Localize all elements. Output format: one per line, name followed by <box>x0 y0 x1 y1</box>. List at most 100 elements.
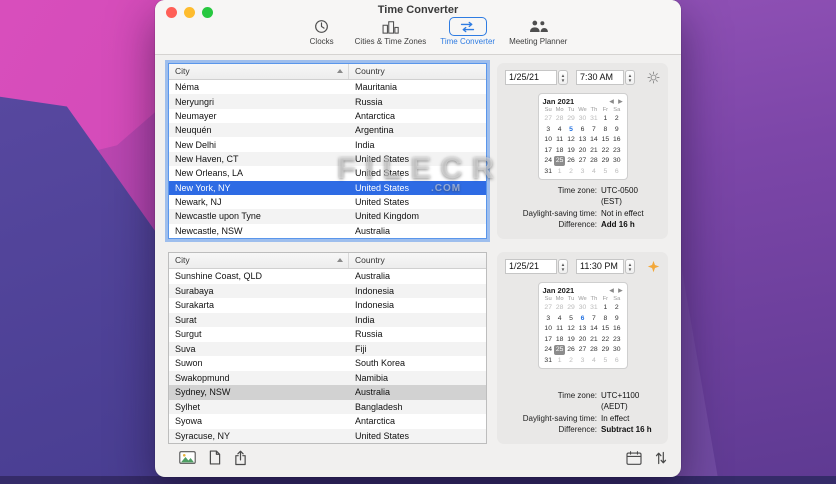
calendar-day[interactable]: 14 <box>588 324 599 334</box>
calendar-day[interactable]: 23 <box>611 146 622 156</box>
calendar-day[interactable]: 28 <box>588 345 599 355</box>
table-row[interactable]: Sunshine Coast, QLD Australia <box>169 269 486 284</box>
calendar-day[interactable]: 26 <box>565 345 576 355</box>
calendar-day[interactable]: 4 <box>554 125 565 135</box>
date-stepper[interactable]: ▲ ▼ <box>558 259 568 274</box>
table-row[interactable]: Swakopmund Namibia <box>169 370 486 385</box>
calendar-day[interactable]: 6 <box>577 125 588 135</box>
column-header-city[interactable]: City <box>169 64 349 79</box>
calendar-day[interactable]: 6 <box>611 356 622 366</box>
table-row[interactable]: Newark, NJ United States <box>169 195 486 209</box>
table-row[interactable]: Surat India <box>169 312 486 327</box>
calendar-day[interactable]: 20 <box>577 335 588 345</box>
calendar-day[interactable]: 1 <box>554 167 565 177</box>
calendar-day[interactable]: 28 <box>554 303 565 313</box>
table-row[interactable]: Suva Fiji <box>169 341 486 356</box>
calendar-day[interactable]: 3 <box>543 314 554 324</box>
calendar-day[interactable]: 25 <box>553 345 566 355</box>
table-row[interactable]: Surakarta Indonesia <box>169 298 486 313</box>
calendar-day[interactable]: 7 <box>588 314 599 324</box>
calendar-prev-button[interactable]: ◀ <box>610 99 614 105</box>
table-row[interactable]: Neuquén Argentina <box>169 123 486 138</box>
calendar-day[interactable]: 19 <box>565 146 576 156</box>
document-button[interactable] <box>209 450 221 465</box>
calendar-day[interactable]: 29 <box>565 114 576 124</box>
calendar-day[interactable]: 27 <box>543 114 554 124</box>
calendar-day[interactable]: 11 <box>554 324 565 334</box>
calendar-day[interactable]: 13 <box>577 324 588 334</box>
table-row[interactable]: Syracuse, NY United States <box>169 428 486 443</box>
calendar-day[interactable]: 11 <box>554 135 565 145</box>
calendar-day[interactable]: 17 <box>543 335 554 345</box>
calendar-day[interactable]: 30 <box>577 114 588 124</box>
calendar-day[interactable]: 13 <box>577 135 588 145</box>
calendar-day[interactable]: 29 <box>565 303 576 313</box>
date-field[interactable]: 1/25/21 <box>505 70 557 85</box>
time-stepper[interactable]: ▲ ▼ <box>625 259 635 274</box>
calendar-day[interactable]: 29 <box>600 345 611 355</box>
calendar-day[interactable]: 21 <box>588 335 599 345</box>
image-export-button[interactable] <box>179 451 196 464</box>
calendar-day[interactable]: 24 <box>543 345 554 355</box>
table-row[interactable]: New Orleans, LA United States <box>169 166 486 180</box>
close-button[interactable] <box>166 7 177 18</box>
toolbar-item-meeting-planner[interactable]: Meeting Planner <box>509 17 567 46</box>
table-row[interactable]: Neumayer Antarctica <box>169 109 486 123</box>
calendar-day[interactable]: 12 <box>565 324 576 334</box>
date-stepper[interactable]: ▲ ▼ <box>558 70 568 85</box>
calendar-day[interactable]: 5 <box>565 314 576 324</box>
calendar-day[interactable]: 5 <box>600 167 611 177</box>
table-row[interactable]: Suwon South Korea <box>169 356 486 371</box>
table-row[interactable]: New York, NY United States <box>169 180 486 195</box>
calendar-day[interactable]: 23 <box>611 335 622 345</box>
calendar-day[interactable]: 27 <box>577 156 588 166</box>
time-field[interactable]: 7:30 AM <box>576 70 624 85</box>
calendar-day[interactable]: 16 <box>611 135 622 145</box>
calendar-day[interactable]: 15 <box>600 135 611 145</box>
calendar-day[interactable]: 31 <box>588 303 599 313</box>
table-row[interactable]: Neryungri Russia <box>169 94 486 109</box>
table-row[interactable]: Syowa Antarctica <box>169 414 486 429</box>
calendar-day[interactable]: 21 <box>588 146 599 156</box>
calendar-day[interactable]: 10 <box>543 135 554 145</box>
calendar-day[interactable]: 16 <box>611 324 622 334</box>
calendar-day[interactable]: 15 <box>600 324 611 334</box>
table-row[interactable]: Néma Mauritania <box>169 80 486 94</box>
toolbar-item-clocks[interactable]: Clocks <box>303 17 341 46</box>
calendar-day[interactable]: 1 <box>600 303 611 313</box>
calendar-day[interactable]: 31 <box>543 167 554 177</box>
table-row[interactable]: Newcastle, NSW Australia <box>169 224 486 238</box>
calendar-day[interactable]: 12 <box>565 135 576 145</box>
calendar-day[interactable]: 24 <box>543 156 554 166</box>
calendar-day[interactable]: 30 <box>577 303 588 313</box>
date-field[interactable]: 1/25/21 <box>505 259 557 274</box>
calendar-next-button[interactable]: ▶ <box>618 99 622 105</box>
column-header-city[interactable]: City <box>169 253 349 268</box>
table-row[interactable]: Newcastle upon Tyne United Kingdom <box>169 209 486 224</box>
time-stepper[interactable]: ▲ ▼ <box>625 70 635 85</box>
calendar-day[interactable]: 14 <box>588 135 599 145</box>
calendar-day[interactable]: 8 <box>600 125 611 135</box>
time-field[interactable]: 11:30 PM <box>576 259 624 274</box>
calendar-day[interactable]: 27 <box>577 345 588 355</box>
calendar-day[interactable]: 30 <box>611 156 622 166</box>
calendar-day[interactable]: 18 <box>554 146 565 156</box>
table-row[interactable]: Sydney, NSW Australia <box>169 385 486 400</box>
calendar-day[interactable]: 22 <box>600 335 611 345</box>
city-table[interactable]: City Country Néma Mauritania Neryungri Russ… <box>168 63 487 239</box>
calendar-day[interactable]: 31 <box>543 356 554 366</box>
column-header-country[interactable]: Country <box>349 64 486 79</box>
calendar-day[interactable]: 17 <box>543 146 554 156</box>
table-row[interactable]: Sylhet Bangladesh <box>169 399 486 414</box>
calendar-day[interactable]: 27 <box>543 303 554 313</box>
calendar-day[interactable]: 3 <box>577 356 588 366</box>
calendar-day[interactable]: 9 <box>611 314 622 324</box>
table-row[interactable]: New Delhi India <box>169 137 486 151</box>
column-header-country[interactable]: Country <box>349 253 486 268</box>
toolbar-item-time-converter[interactable]: Time Converter <box>440 17 495 46</box>
calendar-day[interactable]: 8 <box>600 314 611 324</box>
calendar-day[interactable]: 2 <box>565 167 576 177</box>
calendar-day[interactable]: 6 <box>577 314 588 324</box>
calendar-day[interactable]: 1 <box>554 356 565 366</box>
swap-arrows-button[interactable] <box>655 451 667 465</box>
